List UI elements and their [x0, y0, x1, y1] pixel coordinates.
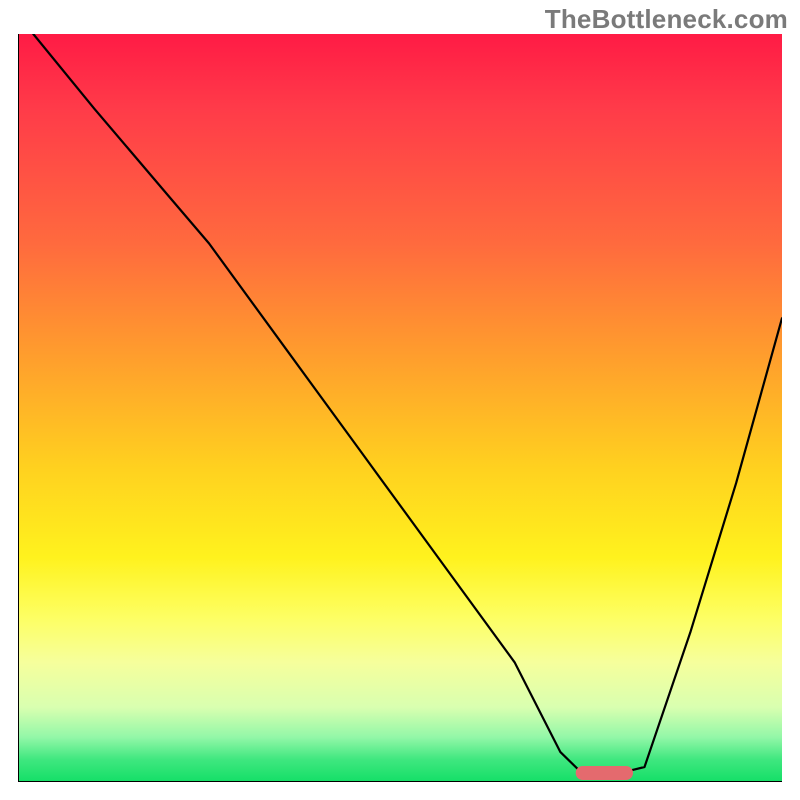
watermark-text: TheBottleneck.com: [545, 4, 788, 35]
plot-area: [18, 34, 782, 782]
chart-stage: TheBottleneck.com: [0, 0, 800, 800]
